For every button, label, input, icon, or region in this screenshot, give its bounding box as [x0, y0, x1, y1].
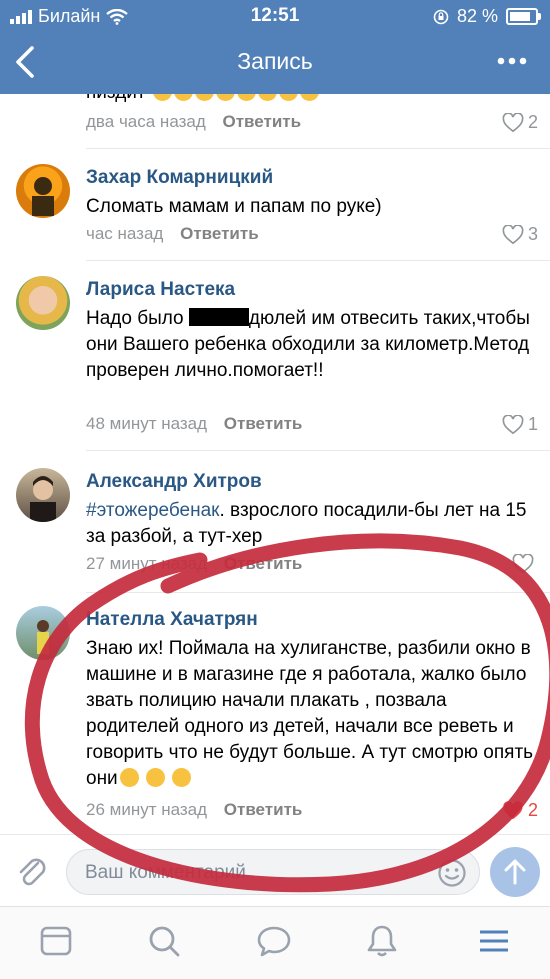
comment-time: час назад — [86, 224, 164, 243]
messages-icon — [257, 926, 291, 957]
like-button[interactable] — [512, 554, 538, 574]
news-icon — [40, 926, 72, 956]
comment-author[interactable]: Захар Комарницкий — [86, 166, 534, 190]
redacted-block — [188, 308, 249, 326]
like-count: 2 — [527, 800, 538, 820]
tab-menu[interactable] — [476, 923, 512, 959]
battery-icon — [506, 8, 541, 25]
reply-button[interactable]: Ответить — [224, 414, 303, 433]
tab-news[interactable] — [38, 923, 74, 959]
like-count: 3 — [527, 224, 538, 244]
comment-time: 26 минут назад — [86, 800, 208, 819]
avatar[interactable] — [16, 468, 70, 522]
battery-percent: 82 % — [456, 6, 498, 26]
comment-time: 27 минут назад — [86, 554, 208, 573]
heart-icon — [512, 554, 534, 574]
search-icon — [149, 926, 180, 957]
reply-button[interactable]: Ответить — [180, 224, 259, 243]
reply-button[interactable]: Ответить — [222, 112, 301, 131]
emoji-icon — [257, 94, 277, 101]
comment-time: два часа назад — [86, 112, 206, 131]
comment-time: 48 минут назад — [86, 414, 208, 433]
comment-item: пиздит два часа назад Ответить 2 — [0, 94, 550, 140]
emoji-icon — [152, 94, 172, 101]
divider — [86, 450, 550, 451]
comment-author[interactable]: Александр Хитров — [86, 470, 534, 494]
attach-icon — [19, 858, 46, 886]
like-button[interactable]: 3 — [502, 224, 538, 245]
comment-text: #этожеребенак. взрослого посадили-бы лет… — [86, 500, 527, 547]
comment-item: Нателла Хачатрян Знаю их! Поймала на хул… — [0, 604, 550, 834]
page-title: Запись — [237, 48, 313, 74]
comment-author[interactable]: Нателла Хачатрян — [86, 608, 534, 632]
comment-field[interactable] — [66, 849, 480, 895]
more-icon — [497, 57, 527, 65]
tab-messages[interactable] — [256, 923, 292, 959]
comment-input[interactable] — [83, 861, 417, 885]
comment-text: пиздит — [86, 94, 534, 106]
comment-item: Захар Комарницкий Сломать мамам и папам … — [0, 160, 550, 270]
heart-icon — [502, 224, 524, 244]
tab-notifications[interactable] — [364, 923, 400, 959]
tab-search[interactable] — [146, 923, 182, 959]
heart-icon — [502, 414, 524, 434]
avatar[interactable] — [16, 606, 70, 660]
divider — [86, 148, 550, 149]
like-count: 1 — [527, 414, 538, 434]
emoji-icon — [299, 94, 319, 101]
nav-header: Запись — [0, 32, 550, 94]
send-button[interactable] — [490, 847, 540, 897]
tab-bar — [0, 906, 550, 979]
comment-text: Надо было дюлей им отвесить таких,чтобы … — [86, 308, 530, 381]
comment-author[interactable]: Лариса Настека — [86, 278, 534, 302]
emoji-icon — [278, 94, 298, 101]
send-icon — [504, 859, 526, 885]
comments-list: пиздит два часа назад Ответить 2 Захар К… — [0, 94, 550, 834]
comment-input-bar — [0, 834, 550, 907]
emoji-icon — [215, 94, 235, 101]
orientation-lock-icon — [433, 9, 449, 24]
emoji-icon — [194, 94, 214, 101]
divider — [86, 592, 550, 593]
emoji-icon — [119, 768, 139, 787]
comment-text: Сломать мамам и папам по руке) — [86, 196, 382, 217]
more-button[interactable] — [496, 46, 528, 83]
menu-icon — [480, 930, 508, 952]
like-button[interactable]: 2 — [502, 112, 538, 133]
reply-button[interactable]: Ответить — [224, 554, 303, 573]
like-button[interactable]: 1 — [502, 414, 538, 435]
hashtag-link[interactable]: #этожеребенак — [86, 500, 220, 521]
emoji-button[interactable] — [437, 858, 467, 893]
divider — [86, 260, 550, 261]
top-bar: Билайн 12:51 82 % Запись — [0, 0, 550, 94]
comment-text: Знаю их! Поймала на хулиганстве, разбили… — [86, 638, 534, 789]
comment-meta: два часа назад Ответить 2 — [86, 112, 538, 136]
comment-meta: 26 минут назад Ответить 2 — [86, 800, 538, 824]
emoji-icon — [173, 94, 193, 101]
emoji-icon — [236, 94, 256, 101]
notifications-icon — [367, 925, 397, 957]
comment-meta: час назад Ответить 3 — [86, 224, 538, 248]
comment-meta: 27 минут назад Ответить — [86, 554, 538, 578]
reply-button[interactable]: Ответить — [224, 800, 303, 819]
like-button[interactable]: 2 — [502, 800, 538, 821]
status-bar: Билайн 12:51 82 % — [0, 0, 550, 32]
like-count: 2 — [527, 112, 538, 132]
comment-item: Александр Хитров #этожеребенак. взрослог… — [0, 464, 550, 584]
heart-icon — [502, 112, 524, 132]
emoji-icon — [145, 768, 165, 787]
smile-icon — [438, 859, 466, 887]
emoji-icon — [172, 768, 192, 787]
avatar[interactable] — [16, 164, 70, 218]
heart-icon — [503, 800, 523, 819]
comment-item: Лариса Настека Надо было дюлей им отвеси… — [0, 272, 550, 452]
avatar[interactable] — [16, 276, 70, 330]
attach-button[interactable] — [16, 855, 48, 896]
comment-meta: 48 минут назад Ответить 1 — [86, 414, 538, 438]
